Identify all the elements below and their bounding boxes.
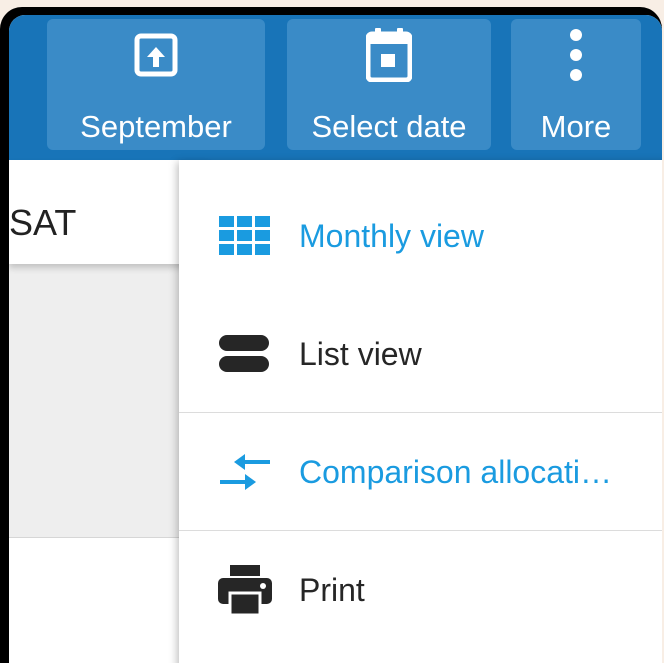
- menu-item-list-view[interactable]: List view: [179, 295, 662, 413]
- select-date-button[interactable]: Select date: [287, 19, 491, 150]
- menu-label-comparison-allocation: Comparison allocati…: [299, 453, 613, 490]
- more-label: More: [540, 109, 612, 144]
- menu-label-list-view: List view: [299, 335, 422, 372]
- more-dropdown-menu: Monthly view List view Comparison alloca…: [179, 160, 662, 663]
- list-icon: [217, 295, 273, 413]
- day-header-sat: SAT: [9, 202, 77, 243]
- calendar-icon: [287, 27, 491, 83]
- compare-arrows-icon: [217, 413, 273, 531]
- menu-label-print: Print: [299, 571, 365, 608]
- month-icon: [47, 27, 265, 83]
- printer-icon: [217, 531, 273, 649]
- month-label: September: [80, 109, 232, 144]
- menu-label-monthly-view: Monthly view: [299, 217, 484, 254]
- menu-item-monthly-view[interactable]: Monthly view: [179, 177, 662, 295]
- grid-icon: [217, 177, 273, 295]
- menu-item-comparison-allocation[interactable]: Comparison allocati…: [179, 413, 662, 531]
- device-frame: September Select date More SAT Monthly v…: [0, 7, 662, 663]
- app-screen: September Select date More SAT Monthly v…: [9, 15, 662, 663]
- top-toolbar: September Select date More: [9, 15, 662, 160]
- more-button[interactable]: More: [511, 19, 641, 150]
- select-date-label: Select date: [311, 109, 467, 144]
- menu-item-print[interactable]: Print: [179, 531, 662, 649]
- month-button[interactable]: September: [47, 19, 265, 150]
- more-vert-icon: [511, 27, 641, 83]
